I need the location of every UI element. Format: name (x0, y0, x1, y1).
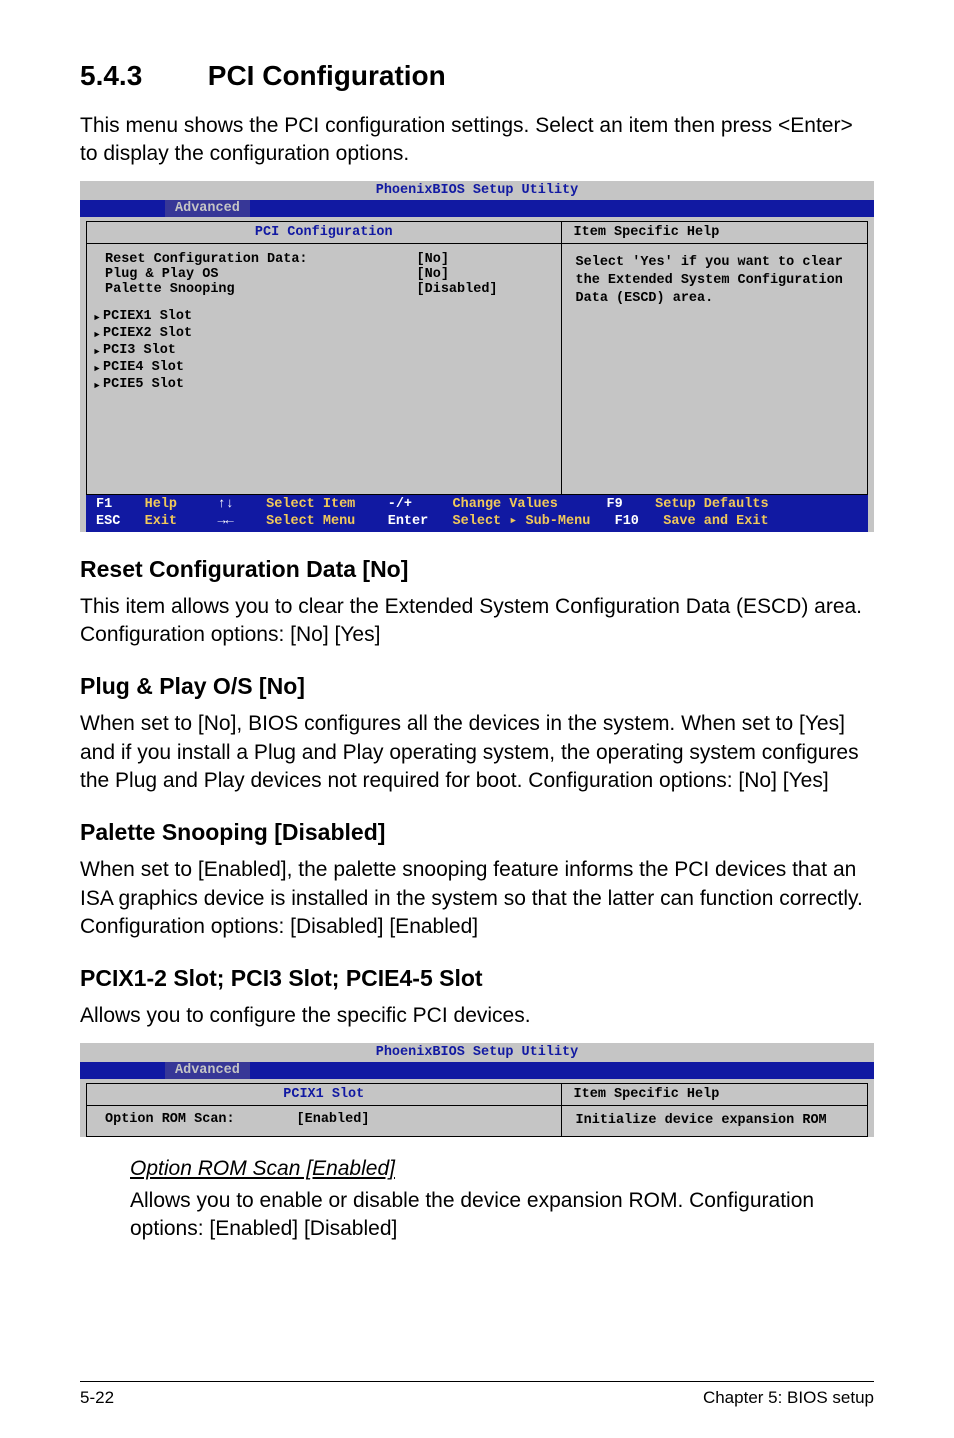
footer-select-item: Select Item (266, 497, 355, 512)
footer-exit: Exit (145, 514, 177, 529)
intro-text: This menu shows the PCI configuration se… (80, 112, 874, 169)
section-text: This item allows you to clear the Extend… (80, 593, 874, 650)
bios-right-panel: Item Specific Help Initialize device exp… (561, 1084, 867, 1136)
footer-select-menu: Select Menu (266, 514, 355, 529)
arrows-lr-icon: →← (218, 514, 234, 529)
setting-value: [No] (417, 252, 547, 267)
key-enter: Enter (388, 514, 429, 529)
section-text: Allows you to configure the specific PCI… (80, 1002, 874, 1030)
help-text: Initialize device expansion ROM (562, 1106, 867, 1136)
section-heading: Palette Snooping [Disabled] (80, 819, 874, 846)
heading-title: PCI Configuration (208, 60, 446, 91)
key-f9: F9 (607, 497, 623, 512)
help-title: Item Specific Help (562, 222, 867, 244)
bios-right-panel: Item Specific Help Select 'Yes' if you w… (561, 222, 867, 494)
bios-tab-bar: Advanced (80, 200, 874, 217)
page-footer: 5-22 Chapter 5: BIOS setup (80, 1381, 874, 1408)
submenu-label: PCIE5 Slot (103, 377, 184, 394)
submenu-row[interactable]: ▸PCIE4 Slot (93, 360, 547, 377)
triangle-right-icon: ▸ (93, 326, 103, 343)
arrows-ud-icon: ↑↓ (218, 497, 234, 512)
setting-row[interactable]: Palette Snooping [Disabled] (105, 282, 547, 297)
footer-save: Save and Exit (663, 514, 768, 529)
subsection-heading: Option ROM Scan [Enabled] (130, 1157, 874, 1181)
panel-content: Reset Configuration Data: [No] Plug & Pl… (87, 244, 561, 494)
triangle-right-icon: ▸ (93, 360, 103, 377)
help-text: Select 'Yes' if you want to clear the Ex… (562, 244, 867, 319)
setting-row[interactable]: Option ROM Scan: [Enabled] (105, 1112, 547, 1127)
footer-help: Help (145, 497, 177, 512)
panel-content: Option ROM Scan: [Enabled] (87, 1106, 561, 1135)
heading-number: 5.4.3 (80, 60, 200, 92)
section-text: When set to [Enabled], the palette snoop… (80, 856, 874, 941)
spacer (105, 297, 547, 309)
bios-left-panel: PCI Configuration Reset Configuration Da… (87, 222, 561, 494)
triangle-right-icon: ▸ (93, 343, 103, 360)
setting-row[interactable]: Reset Configuration Data: [No] (105, 252, 547, 267)
key-pm: -/+ (388, 497, 412, 512)
key-f1: F1 (96, 497, 112, 512)
chapter-label: Chapter 5: BIOS setup (703, 1388, 874, 1408)
submenu-label: PCIE4 Slot (103, 360, 184, 377)
submenu-row[interactable]: ▸PCIEX1 Slot (93, 309, 547, 326)
bios-screenshot-2: PhoenixBIOS Setup Utility Advanced PCIX1… (80, 1043, 874, 1137)
footer-line1: F1 Help ↑↓ Select Item -/+ Change Values… (96, 497, 858, 529)
tab-advanced[interactable]: Advanced (165, 200, 250, 217)
section-heading: Plug & Play O/S [No] (80, 673, 874, 700)
footer-select-sub: Select ▸ Sub-Menu (453, 514, 591, 529)
bios-frame: PCI Configuration Reset Configuration Da… (86, 221, 868, 495)
triangle-right-icon: ▸ (93, 377, 103, 394)
setting-label: Palette Snooping (105, 282, 417, 297)
bios-title: PhoenixBIOS Setup Utility (80, 181, 874, 200)
setting-row[interactable]: Plug & Play OS [No] (105, 267, 547, 282)
section-text: When set to [No], BIOS configures all th… (80, 710, 874, 795)
bios-title: PhoenixBIOS Setup Utility (80, 1043, 874, 1062)
setting-label: Plug & Play OS (105, 267, 417, 282)
tab-advanced[interactable]: Advanced (165, 1062, 250, 1079)
footer-change: Change Values (453, 497, 558, 512)
spacer (105, 394, 547, 484)
setting-label: Option ROM Scan: (105, 1112, 297, 1127)
footer-defaults: Setup Defaults (655, 497, 768, 512)
key-esc: ESC (96, 514, 120, 529)
key-f10: F10 (615, 514, 639, 529)
section-heading: Reset Configuration Data [No] (80, 556, 874, 583)
submenu-label: PCIEX1 Slot (103, 309, 192, 326)
section-heading: PCIX1-2 Slot; PCI3 Slot; PCIE4-5 Slot (80, 965, 874, 992)
setting-label: Reset Configuration Data: (105, 252, 417, 267)
setting-value: [No] (417, 267, 547, 282)
bios-footer-bar: F1 Help ↑↓ Select Item -/+ Change Values… (86, 495, 868, 532)
submenu-row[interactable]: ▸PCI3 Slot (93, 343, 547, 360)
subsection-text: Allows you to enable or disable the devi… (130, 1187, 874, 1244)
panel-title: PCI Configuration (87, 222, 561, 244)
setting-value: [Disabled] (417, 282, 547, 297)
panel-title: PCIX1 Slot (87, 1084, 561, 1106)
help-title: Item Specific Help (562, 1084, 867, 1106)
bios-screenshot-1: PhoenixBIOS Setup Utility Advanced PCI C… (80, 181, 874, 532)
setting-value: [Enabled] (297, 1112, 547, 1127)
page-number: 5-22 (80, 1388, 114, 1408)
submenu-label: PCIEX2 Slot (103, 326, 192, 343)
submenu-row[interactable]: ▸PCIEX2 Slot (93, 326, 547, 343)
page-heading: 5.4.3 PCI Configuration (80, 60, 874, 92)
bios-frame: PCIX1 Slot Option ROM Scan: [Enabled] It… (86, 1083, 868, 1137)
submenu-row[interactable]: ▸PCIE5 Slot (93, 377, 547, 394)
bios-tab-bar: Advanced (80, 1062, 874, 1079)
subsection: Option ROM Scan [Enabled] Allows you to … (130, 1157, 874, 1244)
bios-left-panel: PCIX1 Slot Option ROM Scan: [Enabled] (87, 1084, 561, 1136)
submenu-label: PCI3 Slot (103, 343, 176, 360)
triangle-right-icon: ▸ (93, 309, 103, 326)
